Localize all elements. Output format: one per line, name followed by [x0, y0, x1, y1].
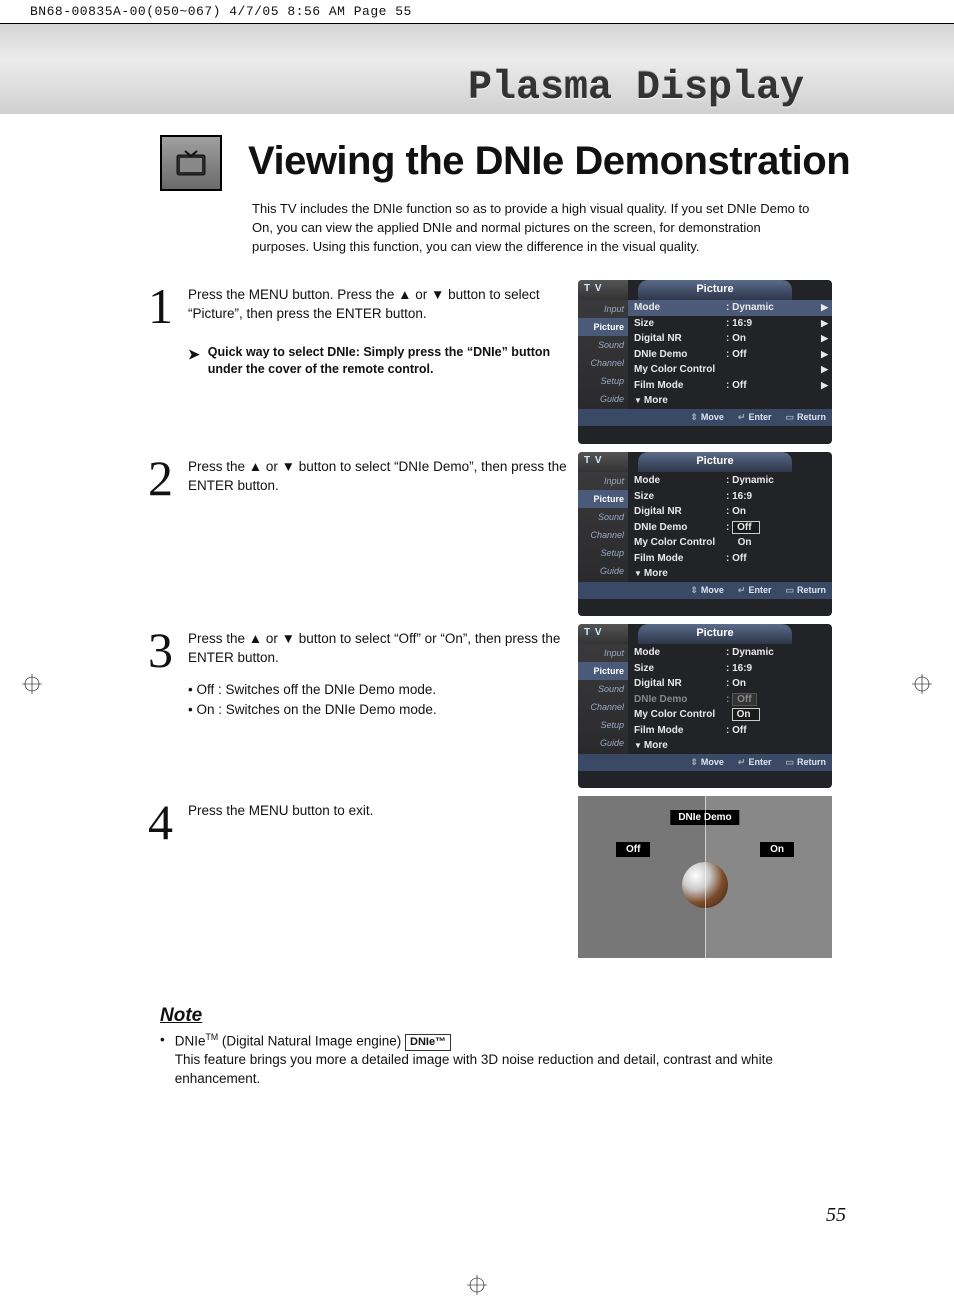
bullet-item: Off : Switches off the DNIe Demo mode. [196, 682, 436, 697]
plasma-display-label: Plasma Display [468, 66, 804, 111]
step-4: 4 Press the MENU button to exit. DNIe De… [148, 796, 832, 966]
osd-row-value: : Dynamic [726, 302, 818, 313]
osd-move-hint: Move [690, 412, 724, 423]
osd-side-input: Input [578, 300, 628, 318]
osd-side-guide: Guide [578, 390, 628, 408]
steps-area: 1 Press the MENU button. Press the ▲ or … [148, 280, 832, 974]
osd-screenshot-2: T V Picture InputPictureSoundChannelSetu… [578, 452, 832, 616]
quick-tip-text: Quick way to select DNIe: Simply press t… [208, 344, 568, 378]
page-number: 55 [826, 1204, 846, 1227]
step-text: Press the ▲ or ▼ button to select “DNIe … [188, 458, 568, 496]
dnie-badge: DNIe™ [405, 1034, 451, 1051]
osd-side-sound: Sound [578, 336, 628, 354]
note-dnie-expansion: (Digital Natural Image engine) [218, 1034, 405, 1049]
osd-screenshot-3: T V Picture InputPictureSoundChannelSetu… [578, 624, 832, 788]
chevron-right-icon: ▶ [818, 302, 828, 313]
intro-text: This TV includes the DNIe function so as… [252, 200, 812, 257]
step-text: Press the ▲ or ▼ button to select “Off” … [188, 630, 568, 668]
soccer-ball-icon [682, 862, 728, 908]
step-number: 4 [148, 796, 188, 966]
step-3: 3 Press the ▲ or ▼ button to select “Off… [148, 624, 832, 788]
step-text: Press the MENU button to exit. [188, 802, 568, 821]
note-description: This feature brings you more a detailed … [175, 1052, 773, 1086]
step-number: 3 [148, 624, 188, 788]
step-number: 2 [148, 452, 188, 616]
osd-tab-picture: Picture [638, 280, 792, 300]
printer-mark: BN68-00835A-00(050~067) 4/7/05 8:56 AM P… [0, 0, 954, 24]
crop-mark-icon [467, 1275, 487, 1295]
osd-row-label: Mode [634, 302, 726, 313]
note-section: Note • DNIeTM (Digital Natural Image eng… [160, 1005, 800, 1089]
dnie-demo-preview: DNIe Demo Off On [578, 796, 832, 958]
bullet-item: On : Switches on the DNIe Demo mode. [196, 702, 436, 717]
osd-main: Mode : Dynamic ▶ Size: 16:9▶ Digital NR:… [628, 300, 832, 409]
osd-side-channel: Channel [578, 354, 628, 372]
quick-tip: ➤ Quick way to select DNIe: Simply press… [188, 344, 568, 378]
page-title: Viewing the DNIe Demonstration [248, 139, 850, 184]
bullet: • [160, 1031, 165, 1089]
demo-off-label: Off [616, 842, 650, 857]
osd-sidebar: Input Picture Sound Channel Setup Guide [578, 300, 628, 409]
note-heading: Note [160, 1005, 800, 1027]
osd-side-setup: Setup [578, 372, 628, 390]
tv-icon [160, 135, 222, 191]
osd-side-picture: Picture [578, 318, 628, 336]
osd-bottom-bar: Move Enter Return [578, 409, 832, 426]
crop-mark-icon [22, 674, 42, 694]
step-bullets: • Off : Switches off the DNIe Demo mode.… [188, 680, 568, 721]
note-dnie-name: DNIe [175, 1034, 206, 1049]
chevron-right-icon: ➤ [188, 344, 200, 378]
step-number: 1 [148, 280, 188, 444]
step-2: 2 Press the ▲ or ▼ button to select “DNI… [148, 452, 832, 616]
osd-return-hint: Return [785, 412, 826, 423]
osd-tv-label: T V [578, 280, 628, 300]
demo-on-label: On [760, 842, 794, 857]
osd-screenshot-1: T V Picture Input Picture Sound Channel … [578, 280, 832, 444]
step-text: Press the MENU button. Press the ▲ or ▼ … [188, 286, 568, 324]
demo-title-label: DNIe Demo [670, 810, 739, 825]
osd-enter-hint: Enter [738, 412, 772, 423]
crop-mark-icon [912, 674, 932, 694]
step-1: 1 Press the MENU button. Press the ▲ or … [148, 280, 832, 444]
